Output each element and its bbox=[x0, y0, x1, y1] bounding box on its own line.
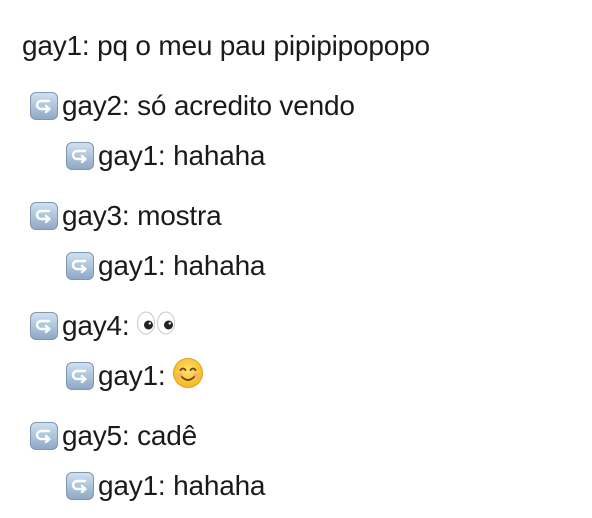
message-text: gay1: hahaha bbox=[98, 470, 266, 501]
reply-arrow-icon bbox=[30, 312, 58, 340]
eyes-emoji-icon bbox=[136, 310, 176, 343]
reply-level-1: gay3: mostra bbox=[30, 196, 222, 236]
message-text: gay1: hahaha bbox=[98, 250, 266, 281]
reply-arrow-icon bbox=[30, 202, 58, 230]
reply-level-1: gay5: cadê bbox=[30, 416, 197, 456]
message-text: gay1: pq o meu pau pipipipopopo bbox=[22, 30, 430, 61]
message-text: gay1: bbox=[98, 360, 166, 391]
reply-level-1: gay2: só acredito vendo bbox=[30, 86, 355, 126]
reply-level-1: gay4: bbox=[30, 306, 176, 346]
message-root: gay1: pq o meu pau pipipipopopo bbox=[22, 26, 430, 66]
message-text: gay4: bbox=[62, 310, 130, 341]
reply-level-2: gay1: hahaha bbox=[66, 466, 266, 506]
reply-arrow-icon bbox=[66, 252, 94, 280]
message-text: gay3: mostra bbox=[62, 200, 222, 231]
message-text: gay2: só acredito vendo bbox=[62, 90, 355, 121]
reply-arrow-icon bbox=[66, 362, 94, 390]
smiling-face-emoji-icon bbox=[172, 357, 204, 396]
reply-arrow-icon bbox=[66, 472, 94, 500]
reply-arrow-icon bbox=[30, 92, 58, 120]
reply-level-2: gay1: hahaha bbox=[66, 246, 266, 286]
reply-arrow-icon bbox=[30, 422, 58, 450]
reply-level-2: gay1: hahaha bbox=[66, 136, 266, 176]
message-text: gay5: cadê bbox=[62, 420, 197, 451]
reply-arrow-icon bbox=[66, 142, 94, 170]
message-text: gay1: hahaha bbox=[98, 140, 266, 171]
reply-level-2: gay1: bbox=[66, 356, 204, 396]
